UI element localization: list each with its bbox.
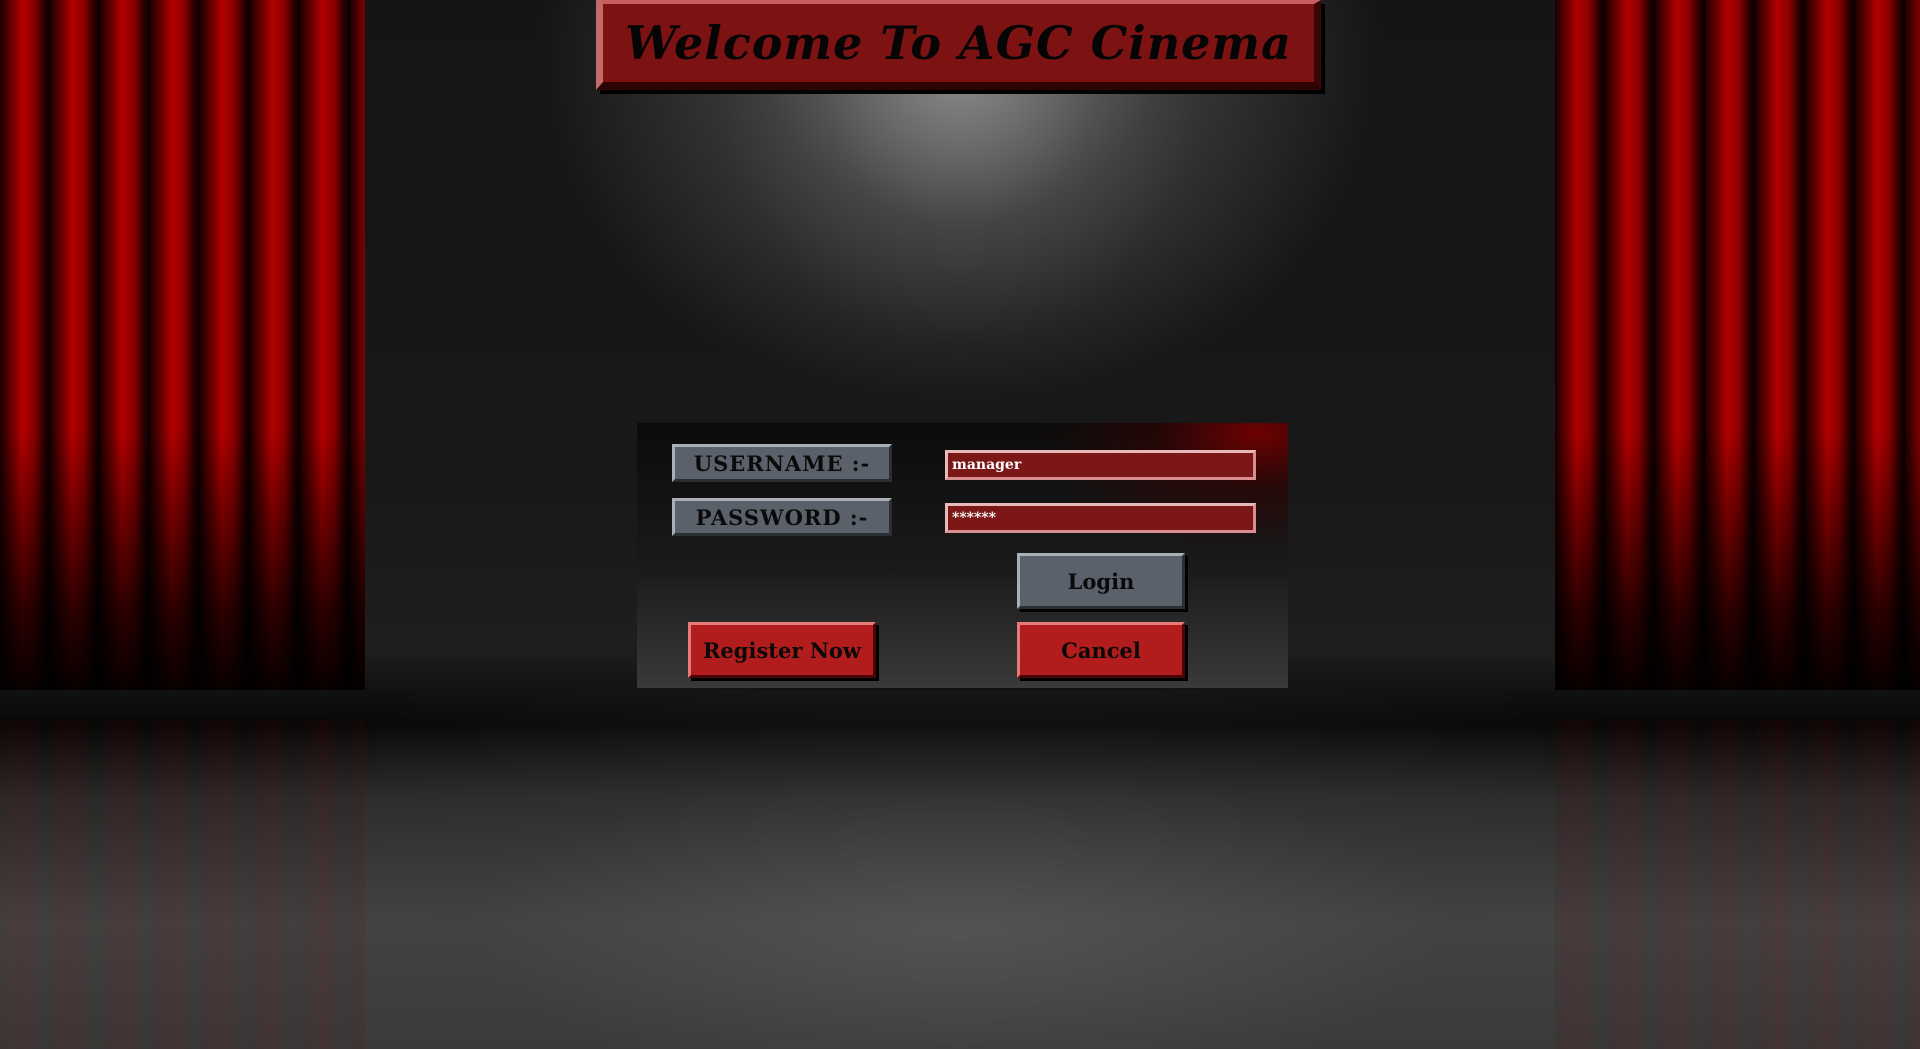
username-input[interactable] — [945, 450, 1256, 480]
curtain-left-reflection — [0, 720, 365, 1049]
login-button[interactable]: Login — [1017, 553, 1185, 609]
curtain-left — [0, 0, 365, 690]
login-panel: USERNAME :- PASSWORD :- Login Register N… — [637, 423, 1288, 688]
password-label: PASSWORD :- — [672, 498, 892, 536]
curtain-right — [1555, 0, 1920, 690]
username-label: USERNAME :- — [672, 444, 892, 482]
password-input[interactable] — [945, 503, 1256, 533]
spotlight — [640, 60, 1280, 420]
page-title: Welcome To AGC Cinema — [625, 16, 1292, 70]
cancel-button[interactable]: Cancel — [1017, 622, 1185, 678]
curtain-right-reflection — [1555, 720, 1920, 1049]
cinema-stage: Welcome To AGC Cinema USERNAME :- PASSWO… — [0, 0, 1920, 1049]
title-banner: Welcome To AGC Cinema — [596, 0, 1321, 90]
register-now-button[interactable]: Register Now — [688, 622, 876, 678]
